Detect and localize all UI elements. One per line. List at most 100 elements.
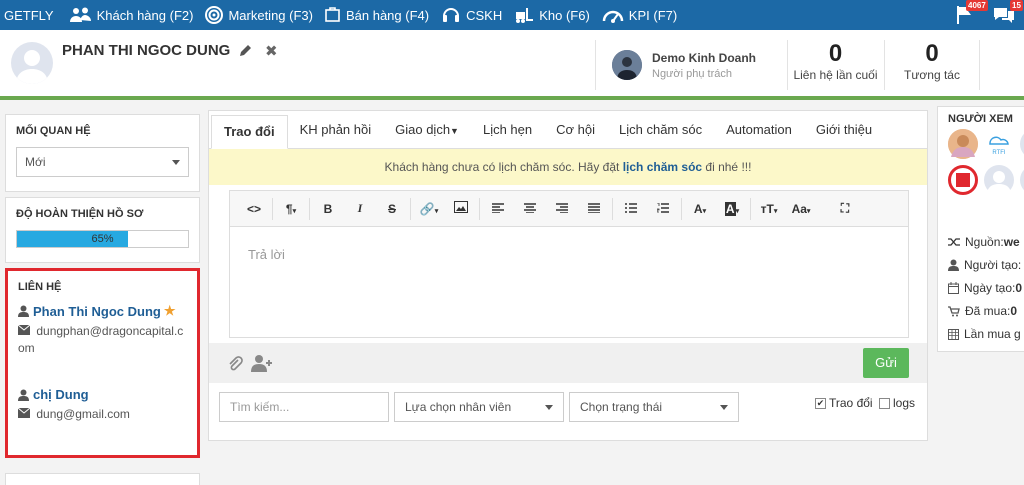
top-navbar: GETFLY Khách hàng (F2) Marketing (F3) Bá… [0, 0, 1024, 30]
paperclip-icon[interactable] [227, 356, 243, 372]
viewer-avatar[interactable] [948, 165, 978, 195]
relationship-select[interactable]: Mới [16, 147, 189, 177]
contact-name-link[interactable]: Phan Thi Ngoc Dung [33, 304, 161, 319]
user-icon [948, 259, 959, 271]
info-creator: Người tạo: [948, 258, 1021, 272]
link-icon[interactable]: 🔗▾ [413, 202, 445, 216]
chevron-down-icon [720, 404, 728, 410]
bullet-list-icon[interactable] [615, 202, 647, 216]
viewers-title: NGƯỜI XEM [948, 113, 1013, 125]
tab-feedback[interactable]: KH phản hồi [288, 111, 384, 148]
nav-support[interactable]: CSKH [435, 0, 508, 30]
info-purchased-value: 0 [1010, 304, 1018, 318]
image-icon[interactable] [445, 201, 477, 216]
cart-icon [325, 7, 340, 22]
topbar-right-icons: 4067 15 [944, 0, 1024, 30]
headset-icon [443, 8, 460, 22]
close-icon[interactable]: ✖ [265, 42, 278, 60]
tab-introduction[interactable]: Giới thiệu [804, 111, 884, 148]
viewer-avatar[interactable] [1020, 165, 1024, 195]
interaction-label: Tương tác [904, 68, 960, 82]
align-center-icon[interactable] [514, 202, 546, 216]
contact-email[interactable]: dung@gmail.com [36, 407, 130, 421]
fullscreen-icon[interactable]: ⛶ [829, 201, 861, 216]
status-select-value: Chọn trạng thái [580, 400, 663, 414]
nav-kpi[interactable]: KPI (F7) [596, 0, 683, 30]
tab-care-schedule[interactable]: Lịch chăm sóc [607, 111, 714, 148]
reply-textarea[interactable]: Trả lời [230, 227, 908, 282]
exchange-checkbox[interactable]: ✔ Trao đổi [815, 396, 873, 410]
right-sidebar: NGƯỜI XEM RTFI Nguồn: we Người tạo: Ngày… [937, 106, 1024, 352]
nav-sales[interactable]: Bán hàng (F4) [319, 0, 435, 30]
tab-transactions[interactable]: Giao dịch▼ [383, 111, 471, 148]
font-color-icon[interactable]: A▾ [684, 202, 716, 216]
messages-button[interactable]: 15 [984, 0, 1024, 30]
user-icon [18, 305, 29, 317]
info-last-purchase-label: Lần mua g [964, 327, 1021, 341]
envelope-icon [17, 407, 31, 418]
last-contact-value: 0 [828, 40, 843, 67]
checkbox-unchecked [879, 397, 890, 409]
send-button[interactable]: Gửi [863, 348, 909, 378]
add-user-icon[interactable] [251, 354, 273, 372]
paragraph-icon[interactable]: ¶▾ [275, 202, 307, 216]
align-justify-icon[interactable] [578, 202, 610, 216]
caret-down-icon: ▼ [450, 126, 459, 136]
nav-customers[interactable]: Khách hàng (F2) [64, 0, 200, 30]
align-left-icon[interactable] [482, 202, 514, 216]
code-view-icon[interactable]: <> [238, 202, 270, 216]
logs-checkbox-label: logs [893, 396, 916, 410]
relationship-value: Mới [25, 155, 46, 169]
tab-exchange[interactable]: Trao đổi [211, 115, 288, 149]
status-select[interactable]: Chọn trạng thái [569, 392, 739, 422]
highlight-color-icon[interactable]: A▾ [716, 201, 748, 216]
profile-title: ĐỘ HOÀN THIỆN HỒ SƠ [16, 208, 144, 220]
nav-warehouse[interactable]: Kho (F6) [508, 0, 596, 30]
tab-appointments[interactable]: Lịch hẹn [471, 111, 544, 148]
contacts-title: LIÊN HỆ [18, 281, 62, 293]
bold-icon[interactable]: B [312, 202, 344, 216]
info-source-value: we [1003, 235, 1020, 249]
pencil-icon[interactable] [239, 44, 252, 57]
customer-avatar [11, 42, 53, 84]
staff-select[interactable]: Lựa chọn nhân viên [394, 392, 564, 422]
numbered-list-icon[interactable] [647, 202, 679, 216]
interaction-value: 0 [925, 40, 939, 67]
editor-toolbar: <> ¶▾ B I S 🔗▾ A▾ A▾ тT▾ Aa▾ ⛶ [230, 191, 908, 227]
nav-customers-label: Khách hàng (F2) [96, 7, 194, 23]
tab-automation[interactable]: Automation [714, 111, 804, 148]
owner-role: Người phụ trách [652, 67, 733, 80]
nav-marketing-label: Marketing (F3) [228, 7, 313, 23]
viewer-avatar[interactable] [1020, 129, 1024, 159]
contact-name-link[interactable]: chị Dung [33, 387, 89, 402]
font-family-icon[interactable]: Aa▾ [785, 202, 817, 216]
info-created-value: 0 [1015, 281, 1023, 295]
app-logo[interactable]: GETFLY [0, 0, 64, 30]
exchange-checkbox-label: Trao đổi [829, 396, 873, 410]
font-size-icon[interactable]: тT▾ [753, 202, 785, 216]
notifications-button[interactable]: 4067 [944, 0, 988, 30]
care-schedule-link[interactable]: lịch chăm sóc [623, 160, 702, 174]
contacts-panel: LIÊN HỆ Phan Thi Ngoc Dung ★ dungphan@dr… [5, 268, 200, 458]
contact-email[interactable]: dungphan@dragoncapital.com [18, 324, 183, 355]
viewer-avatar[interactable] [984, 165, 1014, 195]
tab-transactions-label: Giao dịch [395, 122, 451, 137]
left-sidebar: MỐI QUAN HỆ Mới ĐỘ HOÀN THIỆN HỒ SƠ 65% … [5, 114, 200, 458]
search-input[interactable]: Tìm kiếm... [219, 392, 389, 422]
owner-block[interactable]: Demo Kinh Doanh Người phụ trách [595, 40, 756, 90]
nav-marketing[interactable]: Marketing (F3) [199, 0, 319, 30]
owner-name: Demo Kinh Doanh [652, 50, 756, 65]
logs-checkbox[interactable]: logs [879, 396, 915, 410]
info-purchased: Đã mua: 0 [948, 304, 1017, 318]
tab-opportunities[interactable]: Cơ hội [544, 111, 607, 148]
viewer-avatar[interactable] [948, 129, 978, 159]
strikethrough-icon[interactable]: S [376, 202, 408, 216]
user-icon [18, 389, 29, 401]
envelope-icon [17, 324, 31, 335]
viewer-avatar[interactable]: RTFI [984, 129, 1014, 159]
relationship-title: MỐI QUAN HỆ [16, 125, 91, 137]
align-right-icon[interactable] [546, 202, 578, 216]
customer-header: PHAN THI NGOC DUNG ✖ Demo Kinh Doanh Ngư… [0, 30, 1024, 100]
italic-icon[interactable]: I [344, 201, 376, 216]
owner-avatar [612, 50, 642, 80]
